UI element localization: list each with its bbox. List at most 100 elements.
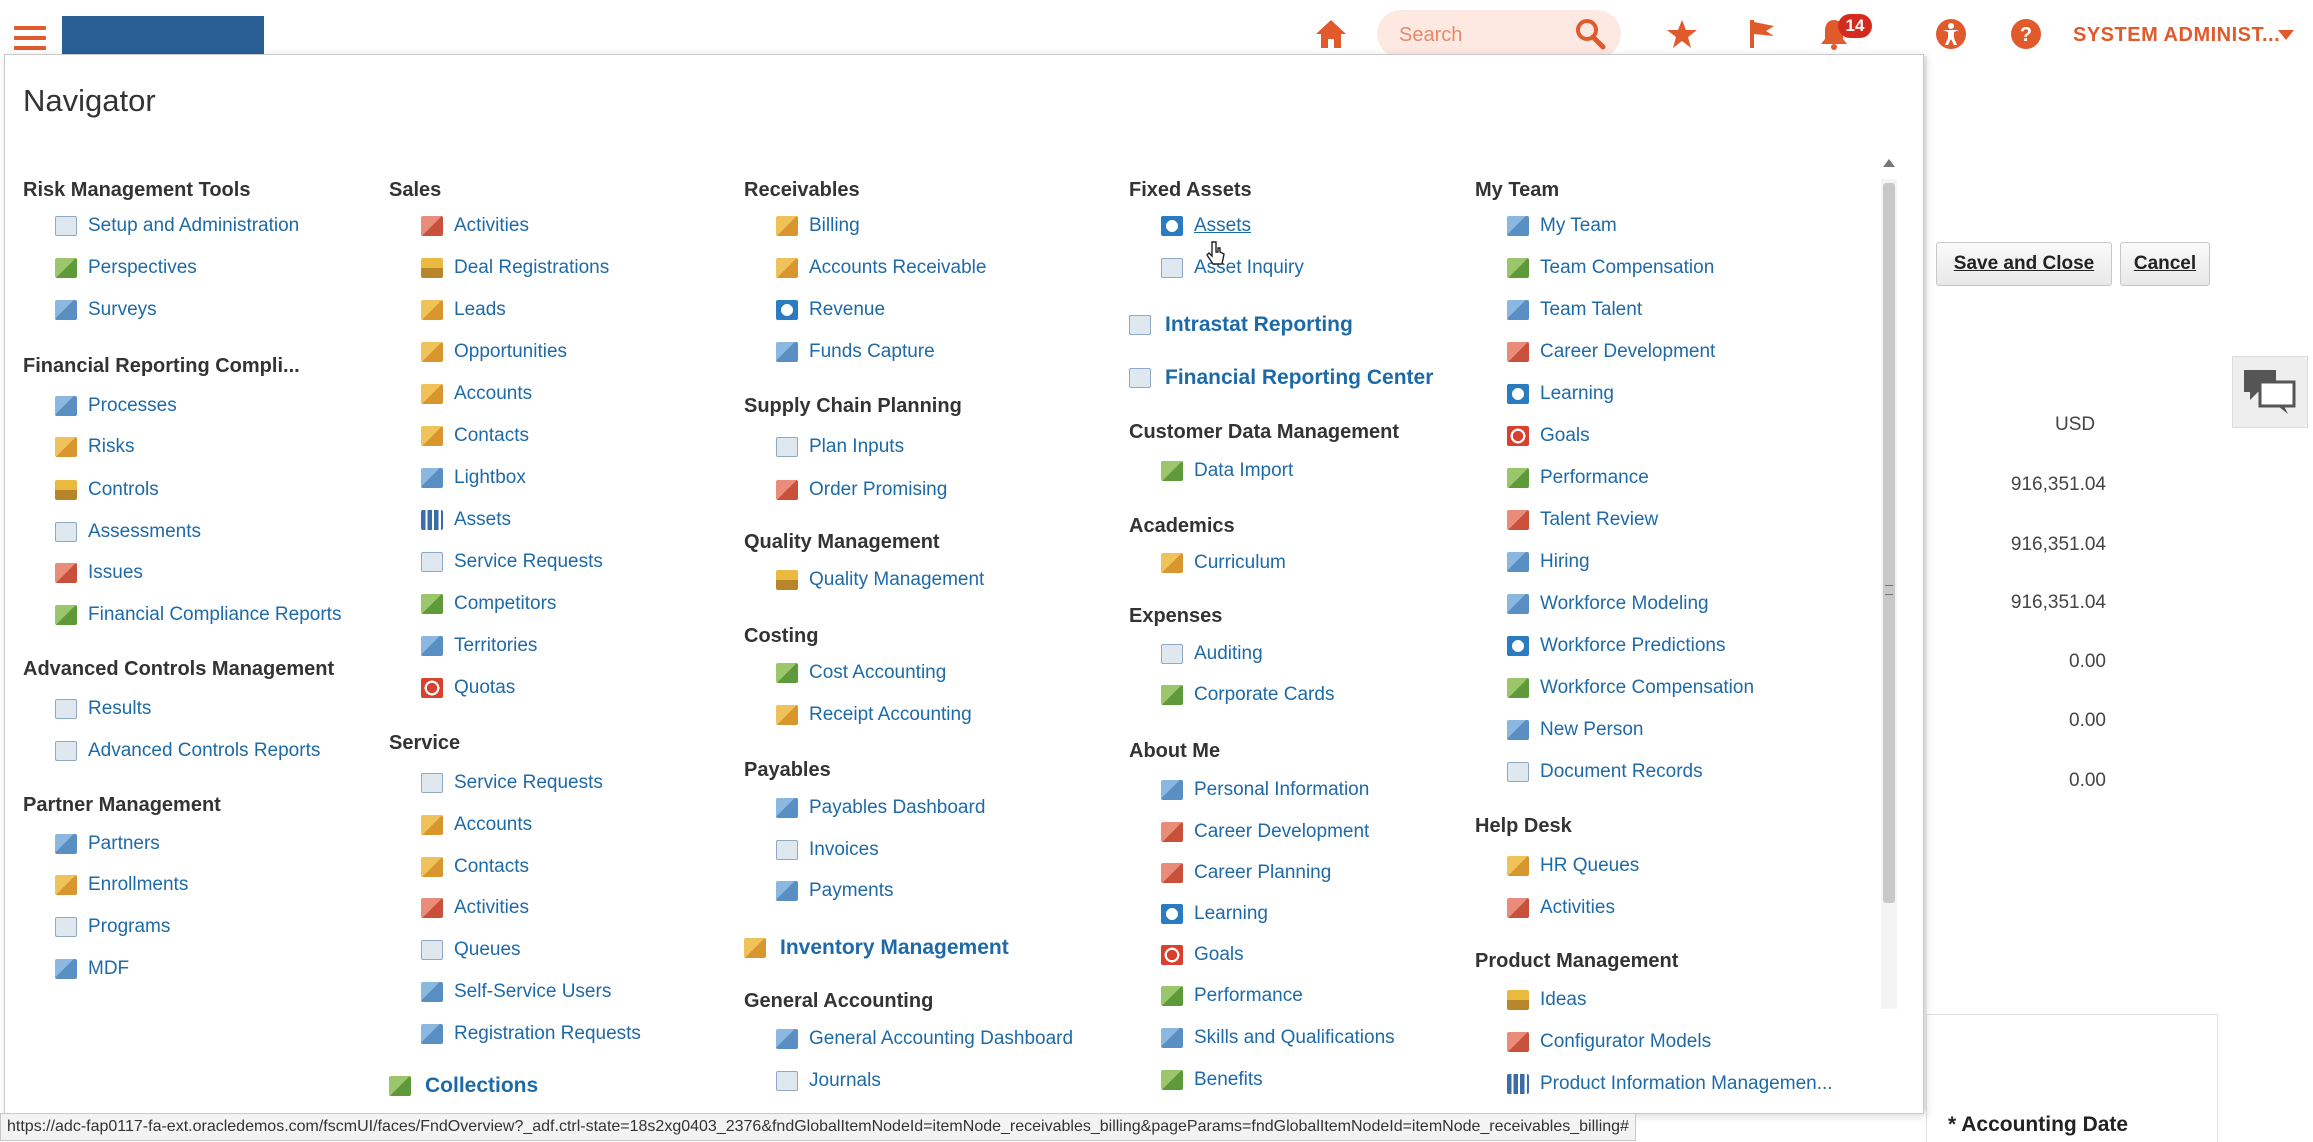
nav-item-career-development[interactable]: Career Development [1161,821,1369,843]
chat-icon[interactable] [2232,356,2308,428]
nav-item-talent-review[interactable]: Talent Review [1507,509,1658,531]
nav-item-registration-requests[interactable]: Registration Requests [421,1023,641,1045]
nav-item-perspectives[interactable]: Perspectives [55,257,197,279]
notification-count-badge[interactable]: 14 [1838,14,1872,38]
home-icon[interactable] [1311,14,1351,54]
nav-item-queues[interactable]: Queues [421,939,521,961]
nav-item-competitors[interactable]: Competitors [421,593,556,615]
nav-item-benefits[interactable]: Benefits [1161,1069,1263,1091]
nav-item-performance[interactable]: Performance [1507,467,1649,489]
nav-item-new-person[interactable]: New Person [1507,719,1644,741]
nav-item-career-planning[interactable]: Career Planning [1161,862,1331,884]
nav-item-opportunities[interactable]: Opportunities [421,341,567,363]
chevron-down-icon[interactable] [2278,30,2294,40]
nav-item-contacts[interactable]: Contacts [421,856,529,878]
nav-item-quality-management[interactable]: Quality Management [776,569,984,591]
global-search[interactable] [1377,10,1621,58]
nav-item-general-accounting-dashboard[interactable]: General Accounting Dashboard [776,1028,1073,1050]
nav-item-cost-accounting[interactable]: Cost Accounting [776,662,946,684]
nav-item-service-requests[interactable]: Service Requests [421,772,603,794]
nav-item-quotas[interactable]: Quotas [421,677,515,699]
nav-item-document-records[interactable]: Document Records [1507,761,1703,783]
nav-item-activities[interactable]: Activities [1507,897,1615,919]
nav-item-collections[interactable]: Collections [389,1074,538,1098]
nav-item-invoices[interactable]: Invoices [776,839,879,861]
nav-item-goals[interactable]: Goals [1161,944,1244,966]
nav-item-inventory-management[interactable]: Inventory Management [744,936,1009,960]
search-input[interactable] [1397,18,1571,52]
nav-item-workforce-predictions[interactable]: Workforce Predictions [1507,635,1726,657]
nav-item-hr-queues[interactable]: HR Queues [1507,855,1639,877]
nav-item-learning[interactable]: Learning [1507,383,1614,405]
nav-item-issues[interactable]: Issues [55,562,143,584]
nav-item-order-promising[interactable]: Order Promising [776,479,947,501]
nav-item-processes[interactable]: Processes [55,395,177,417]
help-icon[interactable]: ? [2006,14,2046,54]
search-icon[interactable] [1573,16,1607,55]
nav-item-corporate-cards[interactable]: Corporate Cards [1161,684,1334,706]
nav-item-workforce-modeling[interactable]: Workforce Modeling [1507,593,1709,615]
nav-item-controls[interactable]: Controls [55,479,159,501]
nav-item-revenue[interactable]: Revenue [776,299,885,321]
nav-item-ideas[interactable]: Ideas [1507,989,1586,1011]
nav-item-hiring[interactable]: Hiring [1507,551,1590,573]
watchlist-flag-icon[interactable] [1742,14,1782,54]
nav-item-mdf[interactable]: MDF [55,958,129,980]
scroll-thumb[interactable] [1883,183,1895,903]
nav-item-learning[interactable]: Learning [1161,903,1268,925]
nav-item-accounts[interactable]: Accounts [421,383,532,405]
brand-logo[interactable] [62,16,264,54]
nav-item-performance[interactable]: Performance [1161,985,1303,1007]
nav-item-setup-and-administration[interactable]: Setup and Administration [55,215,299,237]
nav-item-payments[interactable]: Payments [776,880,893,902]
nav-item-territories[interactable]: Territories [421,635,537,657]
nav-item-workforce-compensation[interactable]: Workforce Compensation [1507,677,1754,699]
nav-item-financial-compliance-reports[interactable]: Financial Compliance Reports [55,604,341,626]
nav-item-service-requests[interactable]: Service Requests [421,551,603,573]
navigator-menu-icon[interactable] [14,26,46,50]
nav-item-billing[interactable]: Billing [776,215,860,237]
nav-item-programs[interactable]: Programs [55,916,170,938]
navigator-scrollbar[interactable] [1881,155,1897,1015]
nav-item-accounts[interactable]: Accounts [421,814,532,836]
nav-item-intrastat-reporting[interactable]: Intrastat Reporting [1129,313,1353,337]
user-menu[interactable]: SYSTEM ADMINIST... [2073,24,2280,47]
nav-item-contacts[interactable]: Contacts [421,425,529,447]
nav-item-payables-dashboard[interactable]: Payables Dashboard [776,797,985,819]
nav-item-journals[interactable]: Journals [776,1070,881,1092]
nav-item-risks[interactable]: Risks [55,436,134,458]
nav-item-goals[interactable]: Goals [1507,425,1590,447]
nav-item-assessments[interactable]: Assessments [55,521,201,543]
nav-item-activities[interactable]: Activities [421,897,529,919]
cancel-button[interactable]: Cancel [2120,242,2210,286]
scroll-up-arrow-icon[interactable] [1883,159,1895,167]
nav-item-team-talent[interactable]: Team Talent [1507,299,1642,321]
nav-item-curriculum[interactable]: Curriculum [1161,552,1286,574]
nav-item-leads[interactable]: Leads [421,299,506,321]
nav-item-product-information-management[interactable]: Product Information Managemen... [1507,1073,1833,1095]
save-and-close-button[interactable]: Save and Close [1936,242,2112,286]
nav-item-assets[interactable]: Assets [1161,215,1251,237]
nav-item-financial-reporting-center[interactable]: Financial Reporting Center [1129,366,1433,390]
nav-item-career-development[interactable]: Career Development [1507,341,1715,363]
nav-item-my-team[interactable]: My Team [1507,215,1617,237]
nav-item-lightbox[interactable]: Lightbox [421,467,526,489]
nav-item-data-import[interactable]: Data Import [1161,460,1293,482]
nav-item-plan-inputs[interactable]: Plan Inputs [776,436,904,458]
nav-item-auditing[interactable]: Auditing [1161,643,1263,665]
nav-item-skills-and-qualifications[interactable]: Skills and Qualifications [1161,1027,1395,1049]
nav-item-accounts-receivable[interactable]: Accounts Receivable [776,257,986,279]
favorites-star-icon[interactable] [1662,14,1702,54]
nav-item-activities[interactable]: Activities [421,215,529,237]
nav-item-funds-capture[interactable]: Funds Capture [776,341,935,363]
nav-item-team-compensation[interactable]: Team Compensation [1507,257,1714,279]
nav-item-receipt-accounting[interactable]: Receipt Accounting [776,704,972,726]
nav-item-advanced-controls-reports[interactable]: Advanced Controls Reports [55,740,320,762]
nav-item-personal-information[interactable]: Personal Information [1161,779,1369,801]
nav-item-results[interactable]: Results [55,698,151,720]
nav-item-deal-registrations[interactable]: Deal Registrations [421,257,609,279]
nav-item-surveys[interactable]: Surveys [55,299,157,321]
nav-item-partners[interactable]: Partners [55,833,160,855]
nav-item-enrollments[interactable]: Enrollments [55,874,188,896]
nav-item-self-service-users[interactable]: Self-Service Users [421,981,611,1003]
